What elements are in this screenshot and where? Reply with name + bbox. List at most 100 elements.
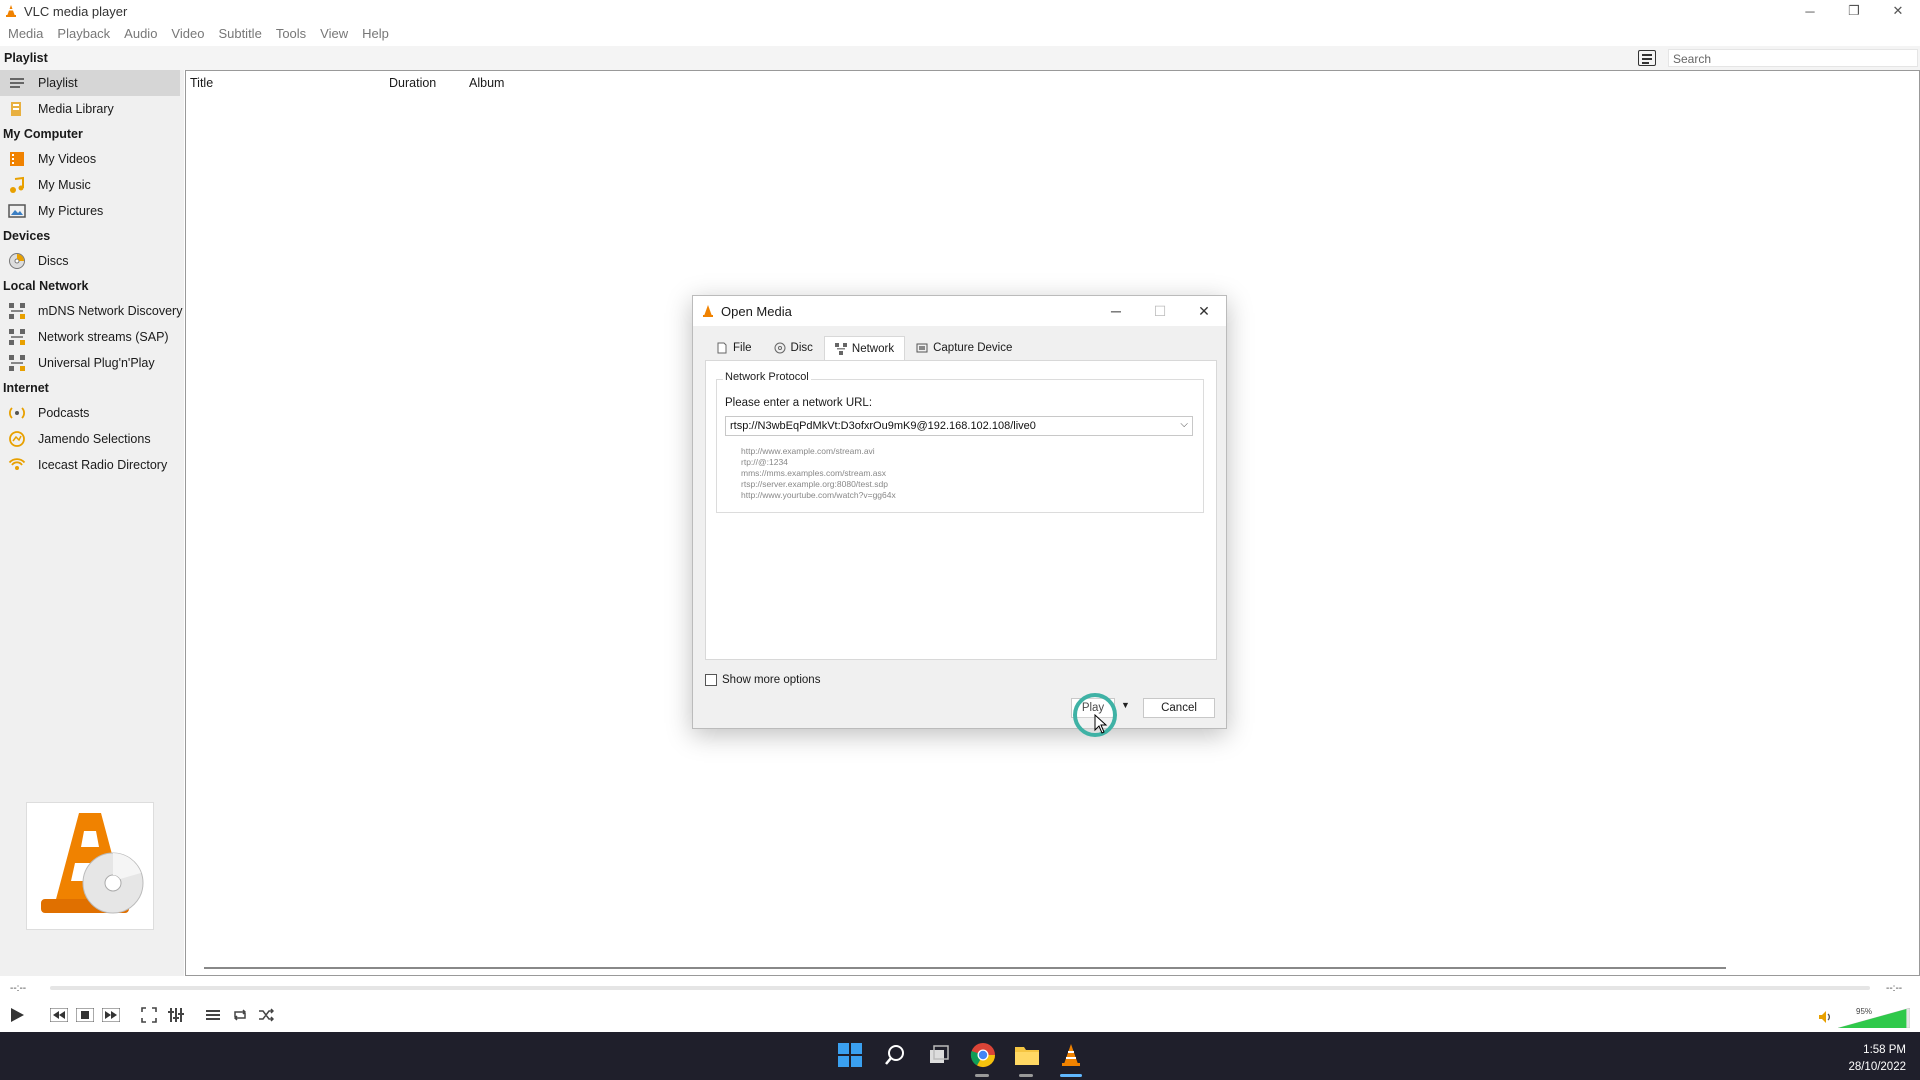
sidebar-item-label: Podcasts (38, 406, 90, 420)
tab-label: Capture Device (933, 342, 1013, 354)
sidebar-item-label: Network streams (SAP) (38, 330, 169, 344)
menu-media[interactable]: Media (4, 26, 53, 41)
sidebar-item-label: Discs (38, 254, 69, 268)
tab-label: File (733, 342, 752, 354)
title-bar: VLC media player ─ ❐ ✕ (0, 0, 1920, 22)
tab-label: Network (851, 342, 895, 355)
menu-playback[interactable]: Playback (53, 26, 120, 41)
sidebar-item-podcasts[interactable]: Podcasts (0, 400, 184, 426)
tab-label: Disc (790, 342, 813, 354)
vlc-cone-icon (6, 5, 16, 17)
vlc-cone-icon (1062, 1044, 1080, 1066)
menu-audio[interactable]: Audio (120, 26, 167, 41)
open-media-dialog: Open Media ─ ☐ ✕ File Disc Network Captu… (692, 295, 1227, 729)
dialog-close-button[interactable]: ✕ (1182, 296, 1226, 326)
seek-slider[interactable] (50, 986, 1870, 990)
dialog-minimize-button[interactable]: ─ (1094, 296, 1138, 326)
menu-view[interactable]: View (316, 26, 358, 41)
album-art (26, 802, 154, 930)
horizontal-scrollbar[interactable] (204, 967, 1726, 969)
menu-help[interactable]: Help (358, 26, 399, 41)
sidebar-item-my-pictures[interactable]: My Pictures (0, 198, 184, 224)
sidebar-item-my-music[interactable]: My Music (0, 172, 184, 198)
search-input[interactable]: Search (1668, 49, 1918, 67)
stop-icon (76, 1008, 94, 1022)
menu-tools[interactable]: Tools (272, 26, 316, 41)
sidebar-item-label: Media Library (38, 102, 114, 116)
cancel-button[interactable]: Cancel (1143, 698, 1215, 718)
sidebar-section-devices: Devices (3, 229, 51, 243)
file-explorer-taskbar-button[interactable] (1012, 1040, 1042, 1070)
task-view-button[interactable] (924, 1040, 954, 1070)
sidebar-item-jamendo[interactable]: Jamendo Selections (0, 426, 184, 452)
tab-network[interactable]: Network (823, 336, 906, 360)
chrome-icon (970, 1043, 995, 1068)
playlist-icon (206, 1010, 220, 1020)
play-icon (11, 1008, 24, 1022)
restore-button[interactable]: ❐ (1832, 0, 1876, 22)
play-control[interactable] (6, 1004, 28, 1026)
sidebar-item-discs[interactable]: Discs (0, 248, 184, 274)
minimize-button[interactable]: ─ (1788, 0, 1832, 22)
show-more-checkbox[interactable] (705, 674, 717, 686)
stop-button[interactable] (74, 1004, 96, 1026)
url-examples: http://www.example.com/stream.avi rtp://… (741, 446, 896, 501)
example-url: http://www.yourtube.com/watch?v=gg64x (741, 490, 896, 500)
vlc-logo-icon (41, 813, 144, 914)
chrome-taskbar-button[interactable] (968, 1040, 998, 1070)
group-title: Network Protocol (723, 371, 811, 383)
fullscreen-button[interactable] (138, 1004, 160, 1026)
tab-file[interactable]: File (705, 336, 763, 360)
music-icon (10, 176, 24, 193)
sidebar-item-playlist[interactable]: Playlist (0, 70, 180, 96)
sidebar-section-local-network: Local Network (3, 279, 89, 293)
sidebar-item-sap[interactable]: Network streams (SAP) (0, 324, 184, 350)
show-more-label: Show more options (722, 674, 821, 686)
extended-settings-button[interactable] (165, 1004, 187, 1026)
sidebar-item-my-videos[interactable]: My Videos (0, 146, 184, 172)
vlc-taskbar-button[interactable] (1056, 1040, 1086, 1070)
taskbar (0, 1032, 1920, 1080)
loop-button[interactable] (229, 1004, 251, 1026)
next-button[interactable] (100, 1004, 122, 1026)
menu-subtitle[interactable]: Subtitle (214, 26, 271, 41)
playlist-view-icon[interactable] (1638, 50, 1656, 66)
start-button[interactable] (835, 1040, 865, 1070)
play-dropdown-icon[interactable]: ▼ (1121, 700, 1130, 710)
capture-device-icon (916, 343, 928, 353)
column-album[interactable]: Album (469, 76, 504, 90)
sidebar-item-mdns[interactable]: mDNS Network Discovery (0, 298, 184, 324)
loop-icon (233, 1009, 247, 1021)
videos-icon (10, 152, 24, 166)
shuffle-button[interactable] (255, 1004, 277, 1026)
task-view-icon (930, 1045, 949, 1063)
volume-slider[interactable] (1838, 1008, 1910, 1028)
sidebar-item-upnp[interactable]: Universal Plug'n'Play (0, 350, 184, 376)
close-button[interactable]: ✕ (1876, 0, 1920, 22)
previous-button[interactable] (48, 1004, 70, 1026)
clock-time: 1:58 PM (1863, 1044, 1906, 1056)
running-indicator (1019, 1074, 1033, 1077)
show-more-options[interactable]: Show more options (705, 674, 820, 686)
tab-disc[interactable]: Disc (763, 336, 824, 360)
sidebar-item-label: mDNS Network Discovery (38, 304, 183, 318)
mute-button[interactable] (1815, 1006, 1837, 1028)
toggle-playlist-button[interactable] (202, 1004, 224, 1026)
mouse-cursor-icon (1094, 714, 1108, 734)
column-title[interactable]: Title (190, 76, 213, 90)
column-duration[interactable]: Duration (389, 76, 436, 90)
vlc-cone-icon (703, 305, 713, 317)
network-url-input[interactable]: rtsp://N3wbEqPdMkVt:D3ofxrOu9mK9@192.168… (725, 416, 1193, 436)
chevron-down-icon[interactable]: ⌵ (1180, 419, 1188, 430)
menu-video[interactable]: Video (167, 26, 214, 41)
sidebar-item-icecast[interactable]: Icecast Radio Directory (0, 452, 184, 478)
sidebar-item-label: Icecast Radio Directory (38, 458, 168, 472)
tab-capture-device[interactable]: Capture Device (905, 336, 1023, 360)
system-clock[interactable]: 1:58 PM 28/10/2022 (1848, 1042, 1906, 1076)
sidebar-item-media-library[interactable]: Media Library (0, 96, 184, 122)
url-value: rtsp://N3wbEqPdMkVt:D3ofxrOu9mK9@192.168… (730, 420, 1036, 432)
disc-icon (774, 342, 786, 354)
taskbar-search-button[interactable] (880, 1040, 910, 1070)
sidebar-item-label: Jamendo Selections (38, 432, 151, 446)
dialog-title-bar: Open Media ─ ☐ ✕ (693, 296, 1226, 326)
